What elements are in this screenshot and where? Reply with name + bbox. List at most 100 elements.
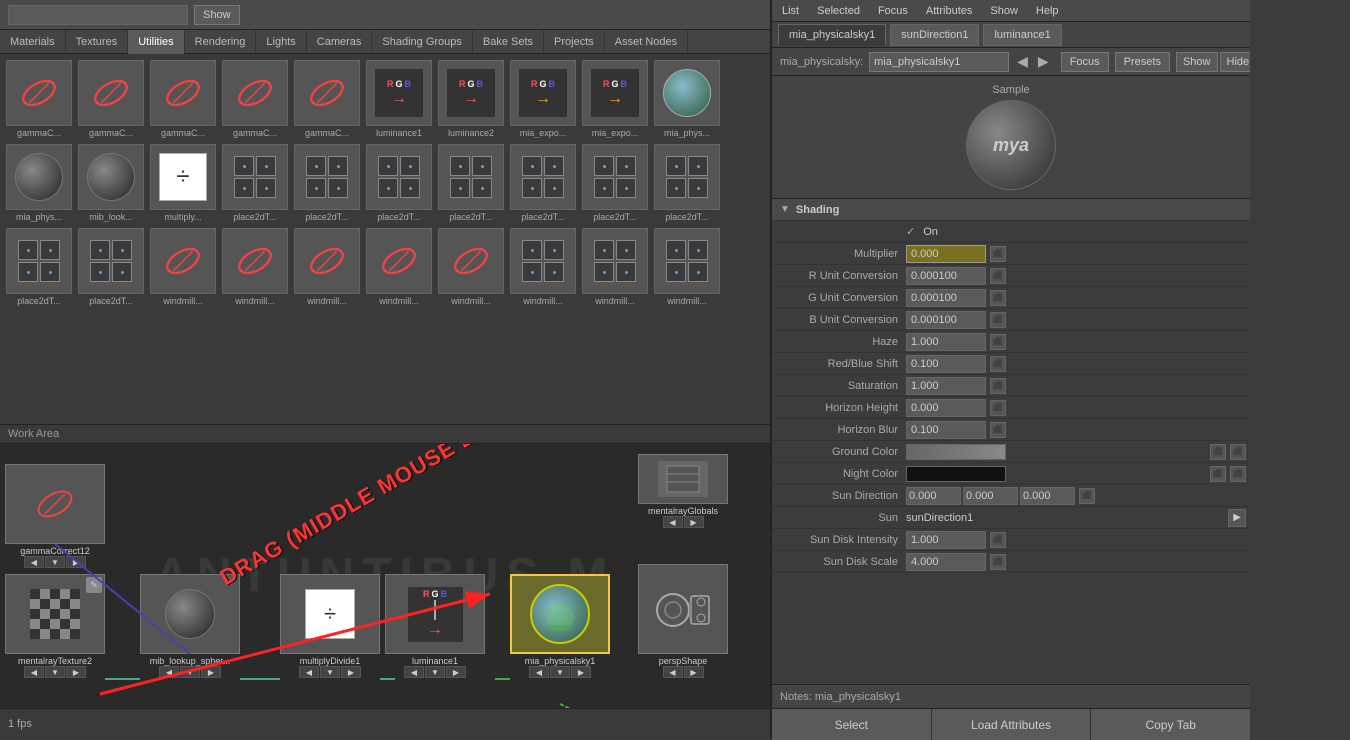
attr-icon-sun-disk-intensity[interactable]: ⬛ [990,532,1006,548]
menu-show[interactable]: Show [986,5,1022,17]
node-btn-right[interactable]: ▶ [446,666,466,678]
attr-input-haze[interactable] [906,333,986,351]
prev-node-btn[interactable]: ◀ [1015,53,1030,70]
node-persp-shape[interactable]: perspShape ◀ ▶ [638,564,728,678]
next-node-btn[interactable]: ▶ [1036,53,1051,70]
node-mentalray-globals[interactable]: mentalrayGlobals ◀ ▶ [638,454,728,528]
copy-tab-button[interactable]: Copy Tab [1091,709,1250,740]
tab-bake-sets[interactable]: Bake Sets [473,30,544,54]
node-btn-right[interactable]: ▶ [341,666,361,678]
attr-icon-multiplier[interactable]: ⬛ [990,246,1006,262]
thumbnail-item-14[interactable]: place2dT... [292,142,362,224]
node-btn-left[interactable]: ◀ [529,666,549,678]
thumbnail-item-26[interactable]: windmill... [436,226,506,308]
attr-input-r-unit[interactable] [906,267,986,285]
thumbnail-item-25[interactable]: windmill... [364,226,434,308]
attr-icon-night-color[interactable]: ⬛ [1210,466,1226,482]
sun-arrow-button[interactable]: ▶ [1228,509,1246,527]
presets-button[interactable]: Presets [1115,52,1170,72]
thumbnail-item-22[interactable]: windmill... [148,226,218,308]
attr-icon-night-color2[interactable]: ⬛ [1230,466,1246,482]
node-btn-right[interactable]: ▶ [66,556,86,568]
node-btn-left[interactable]: ◀ [24,666,44,678]
attr-icon-r-unit[interactable]: ⬛ [990,268,1006,284]
thumbnail-item-5[interactable]: RGB→luminance1 [364,58,434,140]
attr-input-horizon-height[interactable] [906,399,986,417]
attr-icon-sun-disk-scale[interactable]: ⬛ [990,554,1006,570]
attr-icon-ground-color2[interactable]: ⬛ [1230,444,1246,460]
node-graph[interactable]: ANTUNTIBUS M [0,444,770,708]
node-btn-right[interactable]: ▶ [201,666,221,678]
attr-icon-redblue[interactable]: ⬛ [990,356,1006,372]
node-btn-right[interactable]: ▶ [684,666,704,678]
menu-list[interactable]: List [778,5,803,17]
node-btn-right[interactable]: ▶ [66,666,86,678]
ground-color-swatch[interactable] [906,444,1006,460]
thumbnail-item-3[interactable]: gammaC... [220,58,290,140]
attr-icon-horizon-height[interactable]: ⬛ [990,400,1006,416]
thumbnail-item-1[interactable]: gammaC... [76,58,146,140]
tab-asset-nodes[interactable]: Asset Nodes [605,30,688,54]
menu-selected[interactable]: Selected [813,5,864,17]
thumbnail-item-21[interactable]: place2dT... [76,226,146,308]
node-mentalraytexture2[interactable]: ✎ mentalrayTexture2 ◀ ▼ ▶ [5,574,105,678]
search-input[interactable] [8,5,188,25]
node-btn-mid[interactable]: ▼ [45,666,65,678]
node-tab-sun-direction1[interactable]: sunDirection1 [890,24,979,46]
thumbnail-item-28[interactable]: windmill... [580,226,650,308]
node-btn-left[interactable]: ◀ [299,666,319,678]
night-color-swatch[interactable] [906,466,1006,482]
tab-materials[interactable]: Materials [0,30,66,54]
thumbnail-item-4[interactable]: gammaC... [292,58,362,140]
sun-dir-y[interactable] [963,487,1018,505]
show-button[interactable]: Show [194,5,240,25]
thumbnail-item-27[interactable]: windmill... [508,226,578,308]
node-btn-mid[interactable]: ▼ [425,666,445,678]
thumbnail-item-2[interactable]: gammaC... [148,58,218,140]
attr-input-b-unit[interactable] [906,311,986,329]
thumbnail-item-24[interactable]: windmill... [292,226,362,308]
node-luminance1[interactable]: RGB → luminance1 ◀ ▼ ▶ [385,574,485,678]
select-button[interactable]: Select [772,709,932,740]
attr-input-horizon-blur[interactable] [906,421,986,439]
attr-input-sun-disk-intensity[interactable] [906,531,986,549]
node-btn-left[interactable]: ◀ [24,556,44,568]
sun-dir-x[interactable] [906,487,961,505]
node-tab-mia-physicalsky1[interactable]: mia_physicalsky1 [778,24,886,46]
tab-cameras[interactable]: Cameras [307,30,373,54]
menu-help[interactable]: Help [1032,5,1063,17]
thumbnail-item-8[interactable]: RGB→mia_expo... [580,58,650,140]
attr-input-saturation[interactable] [906,377,986,395]
tab-rendering[interactable]: Rendering [185,30,257,54]
attr-input-multiplier[interactable] [906,245,986,263]
attr-input-sun-disk-scale[interactable] [906,553,986,571]
attr-icon-saturation[interactable]: ⬛ [990,378,1006,394]
thumbnail-item-10[interactable]: mia_phys... [4,142,74,224]
thumbnail-item-7[interactable]: RGB→mia_expo... [508,58,578,140]
thumbnail-item-29[interactable]: windmill... [652,226,722,308]
thumbnail-item-16[interactable]: place2dT... [436,142,506,224]
thumbnail-item-19[interactable]: place2dT... [652,142,722,224]
tab-shading-groups[interactable]: Shading Groups [372,30,473,54]
node-btn-right[interactable]: ▶ [684,516,704,528]
focus-button[interactable]: Focus [1061,52,1109,72]
node-gammacorrect12[interactable]: gammaCorrect12 ◀ ▼ ▶ [5,464,105,568]
thumbnail-item-13[interactable]: place2dT... [220,142,290,224]
thumbnail-item-9[interactable]: mia_phys... [652,58,722,140]
attr-icon-b-unit[interactable]: ⬛ [990,312,1006,328]
attr-icon-horizon-blur[interactable]: ⬛ [990,422,1006,438]
node-btn-mid[interactable]: ▼ [180,666,200,678]
thumbnail-item-20[interactable]: place2dT... [4,226,74,308]
load-attributes-button[interactable]: Load Attributes [932,709,1092,740]
node-tab-luminance1[interactable]: luminance1 [983,24,1061,46]
node-btn-right[interactable]: ▶ [571,666,591,678]
show-button2[interactable]: Show [1176,52,1218,72]
thumbnail-item-18[interactable]: place2dT... [580,142,650,224]
attr-input-g-unit[interactable] [906,289,986,307]
node-btn-mid[interactable]: ▼ [320,666,340,678]
node-mib-lookup-spher[interactable]: mib_lookup_spher... ◀ ▼ ▶ [140,574,240,678]
menu-attributes[interactable]: Attributes [922,5,976,17]
tab-lights[interactable]: Lights [256,30,306,54]
thumbnail-item-17[interactable]: place2dT... [508,142,578,224]
tab-utilities[interactable]: Utilities [128,30,184,54]
